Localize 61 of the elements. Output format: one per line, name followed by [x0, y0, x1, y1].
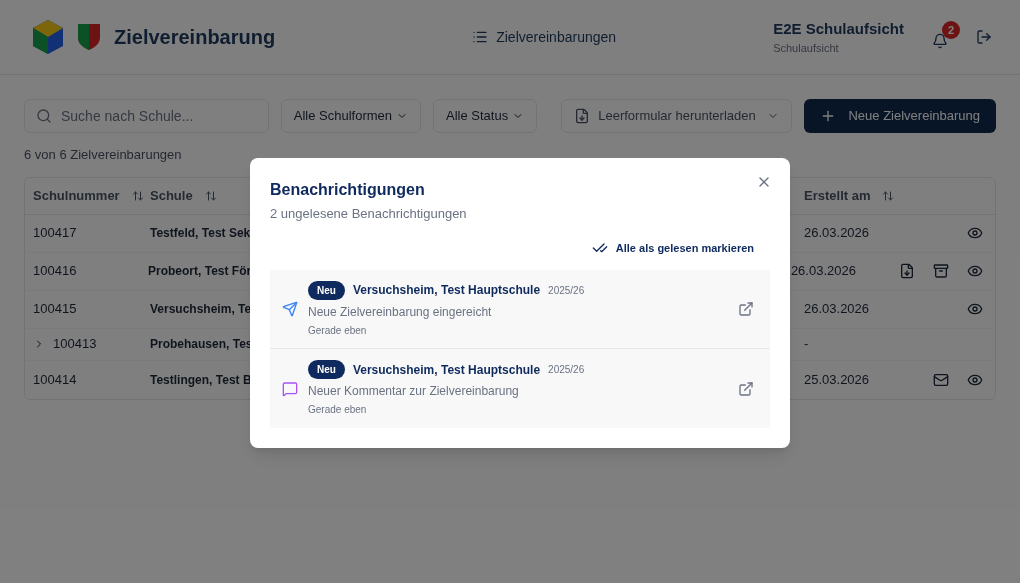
eye-icon[interactable]	[967, 263, 983, 279]
file-download-icon	[574, 108, 591, 124]
dialog-subtitle: 2 ungelesene Benachrichtigungen	[270, 205, 467, 223]
notification-time: Gerade eben	[308, 323, 367, 338]
notifications-button[interactable]: 2	[928, 21, 960, 53]
notification-item[interactable]: Neu Versuchsheim, Test Hauptschule 2025/26 Neue Zielvereinbarung eingereicht Gerade eben	[270, 270, 770, 349]
list-icon	[472, 29, 489, 45]
table-cell-text: 25.03.2026	[804, 370, 871, 389]
table-cell-text: 26.03.2026	[804, 300, 871, 319]
school-name: Versuchsheim, Test Hauptschule	[352, 282, 541, 299]
dialog-title: Benachrichtigungen	[270, 180, 425, 200]
table-cell-text: 26.03.2026	[804, 224, 871, 243]
eye-icon[interactable]	[967, 301, 983, 317]
filter-dropdown[interactable]: Alle Schulformen	[280, 99, 422, 133]
school-year: 2025/26	[548, 283, 585, 298]
table-cell-text: 26.03.2026	[790, 262, 857, 281]
sort-arrows-icon	[131, 189, 144, 202]
coat-of-arms-icon	[76, 22, 102, 52]
table-cell-text: 100417	[33, 224, 77, 243]
notification-message: Neue Zielvereinbarung eingereicht	[308, 303, 492, 321]
logout-icon[interactable]	[976, 29, 992, 45]
table-cell-text: 100413	[53, 335, 97, 354]
school-year: 2025/26	[548, 363, 585, 377]
column-header[interactable]: Schule	[150, 185, 217, 206]
eye-icon[interactable]	[967, 225, 983, 241]
user-role: Schulaufsicht	[773, 41, 840, 56]
archive-icon[interactable]	[933, 263, 949, 279]
download-template-label: Leerformular herunterladen	[598, 107, 757, 126]
envelope-icon[interactable]	[933, 371, 949, 388]
table-cell: Versuchsheim, Te	[150, 302, 252, 317]
notification-item[interactable]: Neu Versuchsheim, Test Hauptschule 2025/26 Neuer Kommentar zur Zielvereinbarung Gerade eben	[270, 349, 770, 428]
filter-dropdown[interactable]: Alle Status	[433, 99, 538, 133]
external-link-icon[interactable]	[738, 301, 754, 317]
new-badge: Neu	[308, 360, 345, 379]
sort-arrows-icon	[204, 189, 217, 202]
download-template-dropdown[interactable]: Leerformular herunterladen	[561, 99, 793, 133]
column-header[interactable]: Erstellt am	[804, 185, 895, 206]
notification-time: Gerade eben	[308, 403, 367, 417]
user-name: E2E Schulaufsicht	[773, 18, 904, 39]
search-icon	[36, 108, 52, 124]
school-name: Versuchsheim, Test Hauptschule	[352, 361, 541, 379]
new-agreement-button[interactable]: Neue Zielvereinbarung	[804, 99, 996, 133]
nav-link[interactable]: Zielvereinbarungen	[472, 27, 617, 47]
table-cell-text: -	[804, 335, 810, 354]
notification-message: Neuer Kommentar zur Zielvereinbarung	[308, 383, 519, 400]
table-cell-text: 100416	[33, 262, 77, 281]
sort-arrows-icon	[882, 189, 895, 202]
search-field[interactable]: Suche nach Schule...	[24, 99, 269, 133]
app-title: Zielvereinbarung	[114, 25, 276, 50]
notification-badge: 2	[942, 21, 960, 39]
bell-icon	[932, 33, 948, 49]
column-header[interactable]: Schulnummer	[33, 185, 144, 206]
table-cell-text: 100414	[33, 370, 77, 389]
mark-all-read-button[interactable]: Alle als gelesen markieren	[591, 239, 754, 256]
file-download-icon[interactable]	[899, 263, 915, 279]
external-link-icon[interactable]	[738, 380, 754, 397]
table-cell: Probeort, Test För	[148, 264, 252, 279]
table-cell-text: 100415	[33, 300, 77, 319]
result-count: 6 von 6 Zielvereinbarungen	[24, 146, 183, 164]
new-badge: Neu	[308, 280, 345, 300]
table-cell: Testfeld, Test Sek	[150, 226, 251, 241]
